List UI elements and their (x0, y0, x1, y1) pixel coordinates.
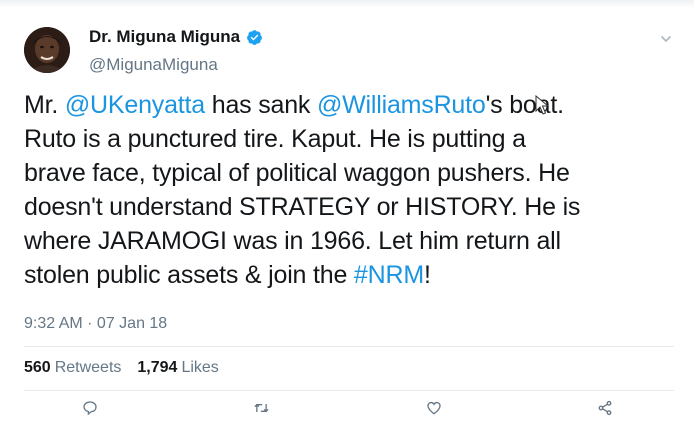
tweet-text-line: Mr. @UKenyatta has sank @WilliamsRuto's … (24, 88, 684, 122)
user-avatar-photo-icon (24, 27, 70, 73)
likes-count: 1,794 (137, 359, 178, 376)
tweet-text-segment: brave face, typical of political waggon … (24, 159, 570, 187)
like-button[interactable] (423, 397, 445, 419)
tweet-stats: 560 Retweets 1,794 Likes (24, 358, 219, 378)
tweet-text-segment: Mr. (24, 91, 65, 119)
top-edge-shadow (0, 0, 694, 8)
mouse-cursor-icon (535, 95, 549, 115)
hashtag-link[interactable]: #NRM (354, 261, 424, 289)
retweet-button[interactable] (250, 397, 272, 419)
tweet-text-line: doesn't understand STRATEGY or HISTORY. … (24, 190, 684, 224)
author-name-row[interactable]: Dr. Miguna Miguna (89, 26, 263, 48)
verified-badge-icon (247, 29, 263, 45)
tweet-text-line: stolen public assets & join the #NRM! (24, 258, 684, 292)
likes-stat[interactable]: 1,794 Likes (137, 358, 218, 378)
mention-link[interactable]: @UKenyatta (65, 91, 205, 119)
retweet-icon (253, 403, 269, 413)
tweet-text-segment: where JARAMOGI was in 1966. Let him retu… (24, 227, 561, 255)
tweet-text-segment: doesn't understand STRATEGY or HISTORY. … (24, 193, 581, 221)
divider (24, 390, 674, 391)
author-display-name[interactable]: Dr. Miguna Miguna (89, 26, 240, 48)
mention-link[interactable]: @WilliamsRuto (317, 91, 486, 119)
retweets-count: 560 (24, 359, 51, 376)
tweet-text-line: where JARAMOGI was in 1966. Let him retu… (24, 224, 684, 258)
avatar[interactable] (24, 27, 70, 73)
retweets-label: Retweets (54, 359, 122, 376)
divider (24, 346, 674, 347)
share-button[interactable] (594, 397, 616, 419)
share-icon (598, 400, 612, 416)
tweet-actions (0, 397, 694, 419)
tweet-text: Mr. @UKenyatta has sank @WilliamsRuto's … (24, 88, 684, 292)
tweet-text-segment: Ruto is a punctured tire. Kaput. He is p… (24, 125, 526, 153)
tweet-text-line: Ruto is a punctured tire. Kaput. He is p… (24, 122, 684, 156)
tweet-text-segment: stolen public assets & join the (24, 261, 354, 289)
tweet-text-line: brave face, typical of political waggon … (24, 156, 684, 190)
tweet-card: Dr. Miguna Miguna @MigunaMiguna Mr. @UKe… (0, 0, 694, 425)
reply-button[interactable] (79, 397, 101, 419)
chevron-down-icon[interactable] (660, 33, 672, 45)
tweet-timestamp[interactable]: 9:32 AM · 07 Jan 18 (24, 314, 167, 334)
reply-icon (83, 401, 97, 416)
tweet-text-segment: has sank (205, 91, 317, 119)
tweet-text-segment: ! (423, 261, 431, 289)
author-handle[interactable]: @MigunaMiguna (89, 54, 218, 76)
retweets-stat[interactable]: 560 Retweets (24, 358, 121, 378)
tweet-text-segment: 's boat. (485, 91, 564, 119)
heart-icon (427, 401, 441, 415)
likes-label: Likes (181, 359, 219, 376)
